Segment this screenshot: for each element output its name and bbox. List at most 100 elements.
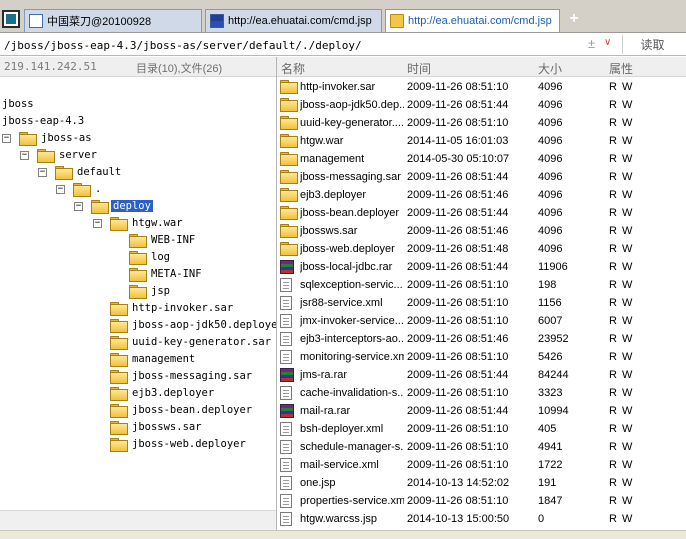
tab-cmd-jsp-2[interactable]: http://ea.ehuatai.com/cmd.jsp [385,9,560,32]
collapse-toggle-icon[interactable]: − [2,133,11,143]
collapse-toggle-icon[interactable]: − [74,201,83,211]
tree-node[interactable]: META-INF [129,266,204,282]
tree-node[interactable]: jboss-eap-4.3 [0,113,86,129]
file-row[interactable]: ejb3.deployer 2009-11-26 08:51:46 4096 R W [277,186,686,204]
plus-minus-icon[interactable]: ± [588,36,595,51]
collapse-toggle-icon[interactable]: − [93,218,102,228]
file-row[interactable]: monitoring-service.xml 2009-11-26 08:51:1… [277,348,686,366]
tree-header: 219.141.242.51 目录(10),文件(26) [0,57,276,77]
app-window-icon[interactable] [2,10,20,28]
tree-node[interactable]: jboss-web.deployer [110,436,248,452]
file-time: 2009-11-26 08:51:10 [407,351,509,363]
new-tab-button[interactable]: + [566,11,582,27]
file-row[interactable]: management 2014-05-30 05:10:07 4096 R W [277,150,686,168]
file-row[interactable]: jboss-local-jdbc.rar 2009-11-26 08:51:44 1… [277,258,686,276]
file-attr: R W [609,387,634,399]
file-attr: R W [609,261,634,273]
file-row[interactable]: jms-ra.rar 2009-11-26 08:51:44 84244 R W [277,366,686,384]
tree-node[interactable]: log [129,249,172,265]
tree-node[interactable]: − jboss-as [2,130,94,146]
file-time: 2014-10-13 14:52:02 [407,477,510,489]
file-time: 2009-11-26 08:51:48 [407,243,509,255]
tree-node[interactable]: management [110,351,197,367]
column-attr[interactable]: 属性 [609,60,633,77]
chevron-down-icon[interactable]: ∨ [604,37,611,48]
file-row[interactable]: properties-service.xml 2009-11-26 08:51:1… [277,492,686,510]
file-row[interactable]: htgw.warcss.jsp 2014-10-13 15:00:50 0 R W [277,510,686,528]
file-row[interactable]: jsr88-service.xml 2009-11-26 08:51:10 1156… [277,294,686,312]
tab-label: http://ea.ehuatai.com/cmd.jsp [408,15,552,27]
column-name[interactable]: 名称 [281,60,305,77]
file-icon [280,296,296,310]
tab-cmd-jsp-1[interactable]: http://ea.ehuatai.com/cmd.jsp [205,9,382,32]
file-row[interactable]: sqlexception-servic... 2009-11-26 08:51:1… [277,276,686,294]
archive-icon [280,260,296,274]
read-button[interactable]: 读取 [622,35,682,54]
file-time: 2009-11-26 08:51:46 [407,189,509,201]
tab-strip: 中国菜刀@20100928 http://ea.ehuatai.com/cmd.… [0,0,686,33]
file-size: 191 [538,477,557,489]
file-row[interactable]: jboss-messaging.sar 2009-11-26 08:51:44 40… [277,168,686,186]
file-row[interactable]: mail-service.xml 2009-11-26 08:51:10 1722 R… [277,456,686,474]
file-row[interactable]: mail-ra.rar 2009-11-26 08:51:44 10994 R W [277,402,686,420]
tree-node[interactable]: jboss-bean.deployer [110,402,254,418]
tab-caidao[interactable]: 中国菜刀@20100928 [24,9,202,32]
file-name: jsr88-service.xml [300,297,383,309]
file-row[interactable]: jboss-aop-jdk50.dep... 2009-11-26 08:51:4… [277,96,686,114]
flag-icon [210,14,224,28]
tree-node[interactable]: jboss-messaging.sar [110,368,254,384]
file-attr: R W [609,315,634,327]
file-row[interactable]: uuid-key-generator.... 2009-11-26 08:51:1… [277,114,686,132]
tree-node[interactable]: jsp [129,283,172,299]
tree-node[interactable]: − default [38,164,123,180]
tree-node[interactable]: jboss-aop-jdk50.deployer [110,317,276,333]
tree-node[interactable]: − htgw.war [93,215,185,231]
file-name: jboss-bean.deployer [300,207,400,219]
tree-node[interactable]: jbossws.sar [110,419,204,435]
collapse-toggle-icon[interactable]: − [56,184,65,194]
file-row[interactable]: bsh-deployer.xml 2009-11-26 08:51:10 405 R … [277,420,686,438]
file-name: ejb3.deployer [300,189,367,201]
tree-node[interactable]: uuid-key-generator.sar [110,334,273,350]
horizontal-scrollbar[interactable] [0,510,276,530]
file-row[interactable]: cache-invalidation-s... 2009-11-26 08:51:… [277,384,686,402]
file-row[interactable]: jmx-invoker-service.... 2009-11-26 08:51:… [277,312,686,330]
tree-node[interactable]: − server [20,147,99,163]
tree-node[interactable]: jboss [0,96,36,112]
tree-node[interactable]: WEB-INF [129,232,197,248]
tree-node[interactable]: −. [56,181,103,197]
collapse-toggle-icon[interactable]: − [38,167,47,177]
archive-icon [280,404,296,418]
file-list[interactable]: http-invoker.sar 2009-11-26 08:51:10 4096 R… [277,78,686,530]
column-time[interactable]: 时间 [407,60,431,77]
file-row[interactable]: ejb3-interceptors-ao... 2009-11-26 08:51:… [277,330,686,348]
tree-node-label: http-invoker.sar [132,302,234,314]
file-row[interactable]: http-invoker.sar 2009-11-26 08:51:10 4096 R… [277,78,686,96]
tree-node-label: jboss-as [41,132,92,144]
tree-node[interactable]: http-invoker.sar [110,300,235,316]
file-row[interactable]: schedule-manager-s... 2009-11-26 08:51:10… [277,438,686,456]
file-attr: R W [609,81,634,93]
tree-node[interactable]: ejb3.deployer [110,385,216,401]
server-ip: 219.141.242.51 [4,60,97,73]
file-size: 198 [538,279,557,291]
column-size[interactable]: 大小 [538,60,562,77]
tree-node-label: server [59,149,97,161]
tree-node-label: jbossws.sar [132,421,202,433]
file-row[interactable]: jboss-web.deployer 2009-11-26 08:51:48 409… [277,240,686,258]
path-input[interactable] [4,37,574,53]
file-size: 4096 [538,225,563,237]
file-time: 2009-11-26 08:51:10 [407,441,509,453]
collapse-toggle-icon[interactable]: − [20,150,29,160]
folder-icon [280,206,298,220]
tree-node[interactable]: − deploy [74,198,154,214]
directory-tree[interactable]: jboss jboss-eap-4.3 − jboss-as − server − defau… [0,78,276,510]
folder-icon [129,234,147,248]
tree-node-label: log [151,251,170,263]
file-row[interactable]: jbossws.sar 2009-11-26 08:51:46 4096 R W [277,222,686,240]
folder-icon [110,404,128,418]
tree-node-label: default [77,166,122,178]
file-row[interactable]: one.jsp 2014-10-13 14:52:02 191 R W [277,474,686,492]
file-row[interactable]: jboss-bean.deployer 2009-11-26 08:51:44 40… [277,204,686,222]
file-row[interactable]: htgw.war 2014-11-05 16:01:03 4096 R W [277,132,686,150]
